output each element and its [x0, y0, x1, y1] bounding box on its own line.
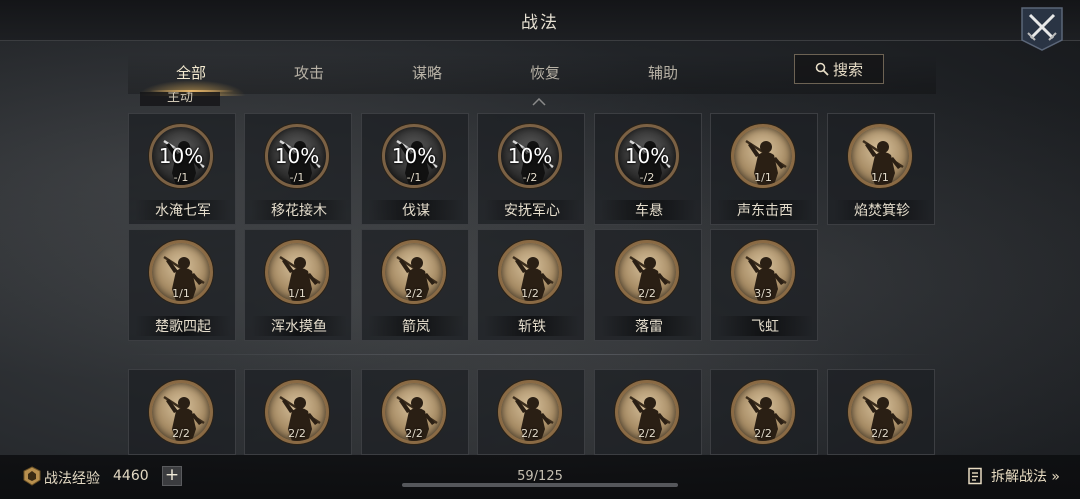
search-icon [815, 62, 829, 76]
tactic-card[interactable]: 1/2 斩铁 [477, 229, 585, 341]
tactic-card[interactable]: 3/3 飞虹 [710, 229, 818, 341]
tactic-name: 焰焚箕轸 [834, 200, 930, 220]
tactic-card[interactable]: 10% -/1 水淹七军 [128, 113, 236, 225]
top-bar: 战法 [0, 0, 1080, 41]
tactic-level: 2/2 [172, 427, 190, 440]
tactic-card[interactable]: 2/2 [594, 369, 702, 455]
tactic-name: 浑水摸鱼 [251, 316, 347, 336]
tab-all[interactable]: 全部 [141, 62, 241, 83]
tactic-level: 2/2 [871, 427, 889, 440]
tactic-card[interactable]: 2/2 [361, 369, 469, 455]
page-title: 战法 [521, 13, 559, 33]
page-counter: 59/125 [517, 469, 563, 484]
tactic-name: 斩铁 [484, 316, 580, 336]
search-label: 搜索 [832, 60, 863, 79]
tactic-percent: 10% [624, 144, 670, 168]
tab-attack[interactable]: 攻击 [259, 62, 359, 83]
decompose-tactic-button[interactable]: 拆解战法 » [967, 464, 1060, 488]
decompose-tactic-label: 拆解战法 » [990, 469, 1060, 485]
tactic-name: 伐谋 [368, 200, 464, 220]
tactic-card[interactable]: 1/1 声东击西 [710, 113, 818, 225]
tab-recovery[interactable]: 恢复 [495, 62, 595, 83]
tactic-card[interactable]: 1/1 楚歌四起 [128, 229, 236, 341]
tactic-level: 2/2 [754, 427, 772, 440]
tactic-level: 1/1 [754, 171, 772, 184]
tactic-level: -/2 [522, 171, 538, 184]
tactic-card[interactable]: 2/2 箭岚 [361, 229, 469, 341]
tactic-name: 飞虹 [717, 316, 813, 336]
tactic-name: 楚歌四起 [135, 316, 231, 336]
tactic-card[interactable]: 2/2 [128, 369, 236, 455]
tactic-level: 2/2 [405, 287, 423, 300]
tactic-level: 2/2 [638, 287, 656, 300]
tactic-card[interactable]: 2/2 [827, 369, 935, 455]
tactic-card[interactable]: 2/2 [710, 369, 818, 455]
tactic-level: 2/2 [288, 427, 306, 440]
tactic-level: 1/1 [172, 287, 190, 300]
tactic-level: 2/2 [638, 427, 656, 440]
tactic-card[interactable]: 2/2 落雷 [594, 229, 702, 341]
tactic-level: 2/2 [405, 427, 423, 440]
close-crossed-swords-icon[interactable] [1020, 6, 1064, 52]
tactic-percent: 10% [507, 144, 553, 168]
tactic-card[interactable]: 2/2 [244, 369, 352, 455]
tactic-level: -/2 [639, 171, 655, 184]
tab-strategy[interactable]: 谋略 [377, 62, 477, 83]
tactic-card[interactable]: 10% -/2 车悬 [594, 113, 702, 225]
scroll-up-caret-icon[interactable] [532, 98, 546, 106]
tactic-name: 水淹七军 [135, 200, 231, 220]
horizontal-scrollbar[interactable] [402, 483, 678, 487]
tactic-percent: 10% [274, 144, 320, 168]
tactic-level: -/1 [173, 171, 189, 184]
section-divider [128, 354, 936, 355]
tactic-level: 3/3 [754, 287, 772, 300]
tactic-percent: 10% [158, 144, 204, 168]
tactic-percent: 10% [391, 144, 437, 168]
tactic-level: 1/2 [521, 287, 539, 300]
tactic-level: 2/2 [521, 427, 539, 440]
tactic-card[interactable]: 10% -/1 移花接木 [244, 113, 352, 225]
section-label-active: 主动 [140, 92, 220, 106]
document-list-icon [968, 467, 982, 485]
tactic-card[interactable]: 2/2 [477, 369, 585, 455]
tactic-card[interactable]: 10% -/1 伐谋 [361, 113, 469, 225]
tactic-card[interactable]: 1/1 浑水摸鱼 [244, 229, 352, 341]
tactic-name: 箭岚 [368, 316, 464, 336]
tactic-card[interactable]: 1/1 焰焚箕轸 [827, 113, 935, 225]
search-button[interactable]: 搜索 [794, 54, 884, 84]
tactic-name: 安抚军心 [484, 200, 580, 220]
tactic-name: 车悬 [601, 200, 697, 220]
tactic-name: 移花接木 [251, 200, 347, 220]
tactic-card[interactable]: 10% -/2 安抚军心 [477, 113, 585, 225]
tactic-level: 1/1 [288, 287, 306, 300]
tactic-name: 落雷 [601, 316, 697, 336]
tactic-name: 声东击西 [717, 200, 813, 220]
tactic-level: -/1 [406, 171, 422, 184]
tactic-level: 1/1 [871, 171, 889, 184]
tactic-level: -/1 [289, 171, 305, 184]
tab-support[interactable]: 辅助 [613, 62, 713, 83]
